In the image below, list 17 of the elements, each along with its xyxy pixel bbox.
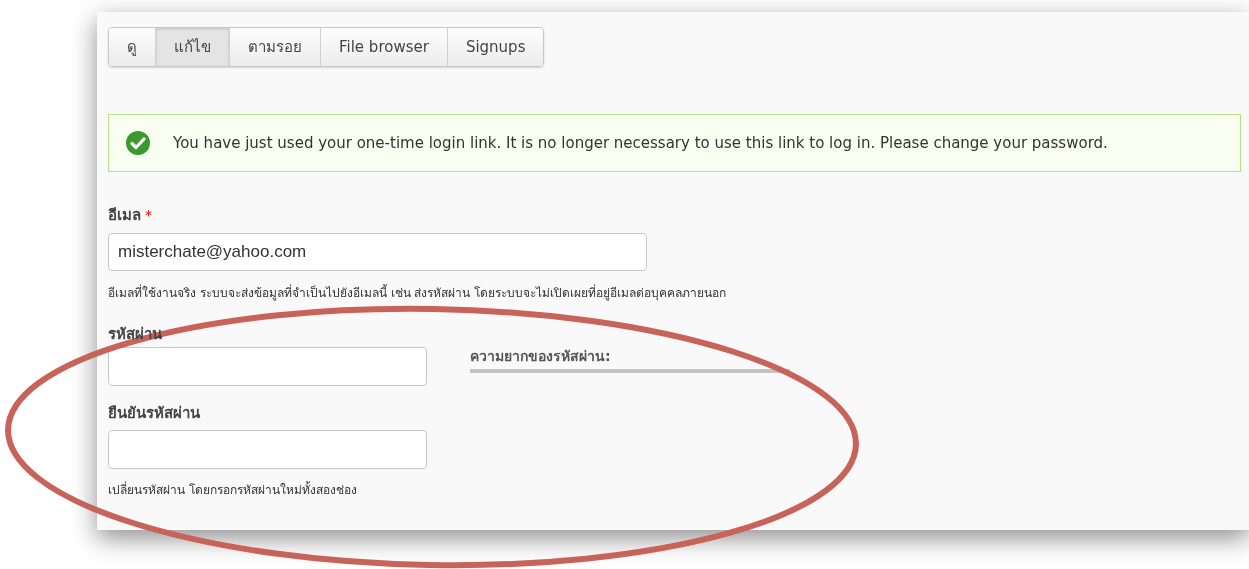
password-field[interactable] [108, 346, 427, 386]
tab[interactable]: File browser [320, 28, 447, 66]
field-description: อีเมลที่ใช้งานจริง ระบบจะส่งข้อมูลที่จำเป็นไปยังอีเมลนี้ เช่น ส่งรหัสผ่าน โดยระบบจะไม่เปิดเผยที่อยู่อีเมลต่อบุคคลภายนอก [108, 283, 728, 302]
confirm-password-field[interactable] [108, 430, 427, 469]
status-text: You have just used your one-time login link. It is no longer necessary to use this link to log in. Please change your password. [173, 132, 1108, 154]
required-mark: * [145, 205, 152, 225]
field-label: รหัสผ่าน [108, 323, 162, 344]
tab[interactable]: Signups [446, 28, 544, 66]
field-description: เปลี่ยนรหัสผ่าน โดยกรอกรหัสผ่านใหม่ทั้งสองช่อง [108, 481, 358, 499]
email-field[interactable]: misterchate@yahoo.com [108, 232, 647, 271]
tab[interactable]: แก้ไข [155, 28, 229, 66]
field-label: อีเมล [108, 205, 141, 226]
tab[interactable]: ดู [109, 28, 155, 66]
check-icon [125, 130, 151, 156]
field-label: ยืนยันรหัสผ่าน [108, 402, 201, 424]
strength-label: ความยากของรหัสผ่าน: [470, 346, 612, 366]
tab[interactable]: ตามรอย [229, 28, 320, 66]
